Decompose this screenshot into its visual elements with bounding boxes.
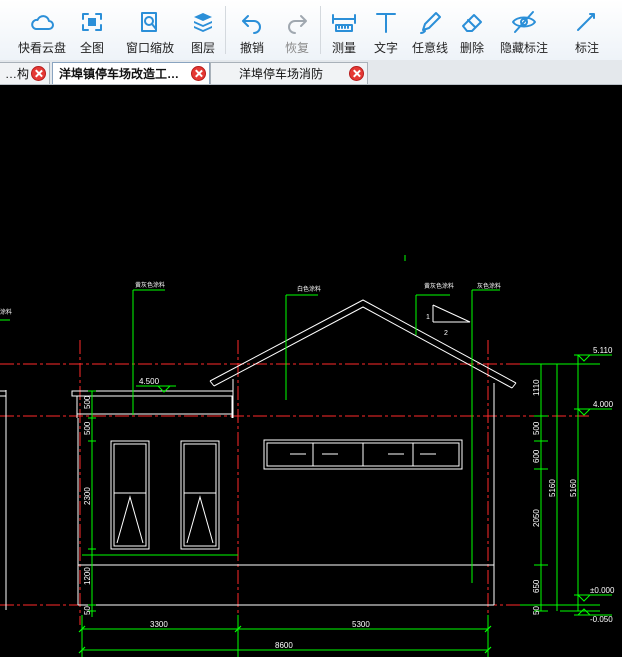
pencil-tool-button[interactable]: 任意线	[407, 0, 453, 60]
toolbar-separator	[320, 6, 321, 54]
tool-label: 快看云盘	[17, 41, 66, 55]
dimension-label: 5300	[352, 620, 370, 629]
elevation-label: ±0.000	[590, 586, 615, 595]
parapet-elevation-label: 4.500	[139, 377, 160, 386]
ruler-tool-button[interactable]: 测量	[323, 0, 365, 60]
annotation-labels: 涂料 黄灰色涂料 白色涂料 黄灰色涂料 灰色涂料 1 2	[0, 281, 501, 337]
dimension-label: 650	[532, 579, 541, 593]
undo-icon	[242, 15, 261, 34]
main-toolbar: 快看云盘 全图 窗口缩放 图层 撤销 恢复 测量 文字 任意线 删除 隐藏标注 标注	[0, 0, 622, 60]
elevation-labels: 5.110 4.000 ±0.000 -0.050 4.500	[139, 346, 615, 624]
elevation-label: 4.000	[593, 400, 614, 409]
ruler-icon	[332, 14, 356, 32]
cloud-icon	[31, 15, 54, 30]
text-tool-button[interactable]: 文字	[365, 0, 407, 60]
layers-icon	[194, 13, 212, 32]
tool-label: 测量	[331, 41, 356, 55]
eraser-tool-button[interactable]: 删除	[453, 0, 491, 60]
elevation-label: 5.110	[593, 346, 613, 355]
annotation-label: 涂料	[0, 308, 12, 316]
dimension-label: 500	[83, 395, 92, 409]
tab-title: …构图…	[5, 67, 29, 81]
dimension-label: 50	[532, 606, 541, 615]
tab-title: 洋埠镇停车场改造工…	[59, 67, 180, 81]
document-tab[interactable]: 洋埠停车场消防	[210, 62, 368, 84]
dimension-label: 600	[532, 449, 541, 463]
pencil-icon	[420, 12, 441, 34]
dimension-label: 1200	[83, 567, 92, 585]
dimension-label: 2050	[532, 509, 541, 527]
window-zoom-icon	[141, 12, 157, 32]
window-zoom-tool-button[interactable]: 窗口缩放	[117, 0, 183, 60]
annotation-leaders	[0, 255, 500, 583]
annotation-label: 灰色涂料	[477, 282, 501, 290]
document-tab[interactable]: 洋埠镇停车场改造工…	[52, 62, 210, 84]
dimension-label: 5160	[569, 479, 578, 497]
annotation-label: 黄灰色涂料	[135, 281, 165, 289]
dimension-label: 8600	[275, 641, 293, 650]
text-icon	[376, 13, 396, 33]
eye-hidden-icon	[512, 11, 536, 33]
building-outline	[0, 299, 517, 610]
annotation-tool-button[interactable]: 标注	[561, 0, 613, 60]
document-tab[interactable]: …构图…	[0, 62, 50, 84]
toolbar-separator	[225, 6, 226, 54]
annotation-label: 白色涂料	[297, 285, 321, 293]
slope-label: 1	[426, 314, 430, 321]
dimension-label: 1110	[532, 379, 541, 396]
tool-label: 撤销	[239, 41, 264, 55]
close-tab-icon[interactable]	[349, 66, 364, 81]
tab-title: 洋埠停车场消防	[239, 67, 324, 81]
tool-label: 隐藏标注	[499, 41, 548, 55]
tool-label: 文字	[373, 41, 398, 55]
tool-label: 恢复	[284, 41, 309, 55]
tool-label: 全图	[79, 41, 104, 55]
close-tab-icon[interactable]	[191, 66, 206, 81]
annotation-icon	[577, 13, 595, 31]
roof-slope-symbol	[432, 304, 471, 323]
dimension-label: 500	[83, 421, 92, 435]
tool-label: 删除	[459, 41, 484, 55]
elevation-drawing: 涂料 黄灰色涂料 白色涂料 黄灰色涂料 灰色涂料 1 2 5.110 4.000…	[0, 255, 615, 657]
dimension-label: 5160	[548, 479, 557, 497]
layers-tool-button[interactable]: 图层	[183, 0, 223, 60]
cad-drawing-canvas[interactable]: 涂料 黄灰色涂料 白色涂料 黄灰色涂料 灰色涂料 1 2 5.110 4.000…	[0, 85, 622, 657]
dimension-label: 3300	[150, 620, 168, 629]
eraser-icon	[462, 14, 482, 32]
cloud-tool-button[interactable]: 快看云盘	[17, 0, 67, 60]
slope-label: 2	[444, 330, 448, 337]
undo-tool-button[interactable]: 撤销	[228, 0, 276, 60]
fit-all-tool-button[interactable]: 全图	[67, 0, 117, 60]
tool-label: 标注	[574, 41, 599, 55]
fit-all-icon	[82, 13, 102, 31]
dimension-label: 500	[532, 421, 541, 435]
annotation-label: 黄灰色涂料	[424, 282, 454, 290]
elevation-label: -0.050	[590, 615, 613, 624]
tool-label: 任意线	[411, 41, 448, 55]
document-tab-bar: …构图… 洋埠镇停车场改造工… 洋埠停车场消防	[0, 60, 622, 85]
redo-tool-button: 恢复	[276, 0, 318, 60]
close-tab-icon[interactable]	[31, 66, 46, 81]
horizontal-dimension-labels: 3300 5300 8600	[150, 620, 370, 650]
tool-label: 图层	[190, 41, 215, 55]
windows	[110, 439, 463, 550]
redo-icon	[288, 15, 307, 34]
dimension-label: 2300	[83, 487, 92, 505]
dimension-label: 50	[83, 606, 92, 615]
tool-label: 窗口缩放	[125, 41, 174, 55]
eye-hidden-tool-button[interactable]: 隐藏标注	[491, 0, 557, 60]
